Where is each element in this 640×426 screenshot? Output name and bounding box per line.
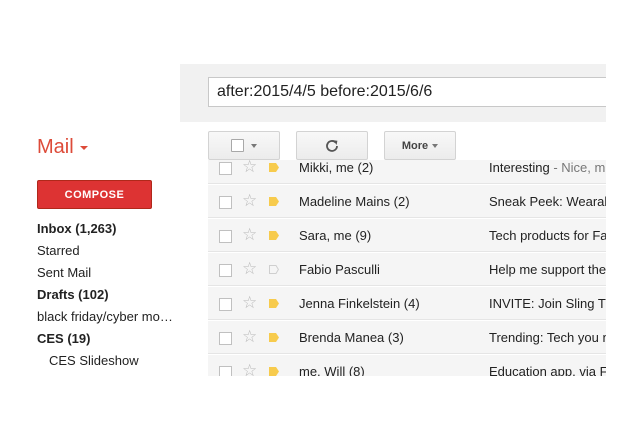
sidebar-nav: Inbox (1,263) Starred Sent Mail Drafts (… xyxy=(37,218,177,372)
message-snippet: - Nice, m xyxy=(549,160,606,175)
importance-marker-icon[interactable] xyxy=(269,265,279,274)
refresh-button[interactable] xyxy=(296,131,368,160)
message-subject: Interesting - Nice, m xyxy=(489,160,606,184)
more-label: More xyxy=(401,139,429,152)
message-row[interactable]: ☆ Brenda Manea (3) Trending: Tech you n xyxy=(208,321,606,354)
importance-marker-icon[interactable] xyxy=(269,163,279,172)
star-icon[interactable]: ☆ xyxy=(242,160,257,177)
message-list: ☆ Mikki, me (2) Interesting - Nice, m ☆ … xyxy=(208,160,606,376)
message-row[interactable]: ☆ Mikki, me (2) Interesting - Nice, m xyxy=(208,160,606,184)
message-subject: Trending: Tech you n xyxy=(489,330,606,345)
message-sender: Jenna Finkelstein (4) xyxy=(299,296,420,311)
sidebar-item-starred[interactable]: Starred xyxy=(37,240,177,262)
message-subject-text: Interesting xyxy=(489,160,550,175)
importance-marker-icon[interactable] xyxy=(269,231,279,240)
row-checkbox[interactable] xyxy=(219,230,232,243)
more-caret-icon xyxy=(432,143,439,148)
star-icon[interactable]: ☆ xyxy=(242,191,257,211)
mail-dropdown-caret-icon xyxy=(79,145,88,150)
more-button[interactable]: More xyxy=(384,131,456,160)
message-subject: Help me support the xyxy=(489,262,606,277)
star-icon[interactable]: ☆ xyxy=(242,259,257,279)
row-checkbox[interactable] xyxy=(219,332,232,345)
message-row[interactable]: ☆ Sara, me (9) Tech products for Fa xyxy=(208,219,606,252)
message-row[interactable]: ☆ Madeline Mains (2) Sneak Peek: Wearal xyxy=(208,185,606,218)
importance-marker-icon[interactable] xyxy=(269,367,279,376)
sidebar-item-black-friday[interactable]: black friday/cyber mo… xyxy=(37,306,177,328)
message-sender: Fabio Pasculli xyxy=(299,262,380,277)
compose-button[interactable]: COMPOSE xyxy=(37,180,152,209)
sidebar-item-inbox[interactable]: Inbox (1,263) xyxy=(37,218,177,240)
star-icon[interactable]: ☆ xyxy=(242,327,257,347)
sidebar-item-drafts[interactable]: Drafts (102) xyxy=(37,284,177,306)
sidebar-item-ces[interactable]: CES (19) xyxy=(37,328,177,350)
select-dropdown-button[interactable] xyxy=(208,131,280,160)
row-checkbox[interactable] xyxy=(219,162,232,175)
message-sender: Madeline Mains (2) xyxy=(299,194,410,209)
select-all-checkbox-icon xyxy=(231,139,244,152)
star-icon[interactable]: ☆ xyxy=(242,293,257,313)
row-checkbox[interactable] xyxy=(219,366,232,376)
sidebar-item-ces-slideshow[interactable]: CES Slideshow xyxy=(37,350,177,372)
row-checkbox[interactable] xyxy=(219,264,232,277)
message-sender: Sara, me (9) xyxy=(299,228,372,243)
message-subject: Tech products for Fa xyxy=(489,228,606,243)
select-caret-icon xyxy=(251,143,257,148)
message-subject: Sneak Peek: Wearal xyxy=(489,194,606,209)
importance-marker-icon[interactable] xyxy=(269,299,279,308)
importance-marker-icon[interactable] xyxy=(269,197,279,206)
row-checkbox[interactable] xyxy=(219,196,232,209)
message-sender: Brenda Manea (3) xyxy=(299,330,404,345)
mail-app-switcher[interactable]: Mail xyxy=(37,136,88,159)
message-sender: Mikki, me (2) xyxy=(299,160,374,175)
message-row[interactable]: ☆ me, Will (8) Education app, via F xyxy=(208,355,606,376)
importance-marker-icon[interactable] xyxy=(269,333,279,342)
message-subject: INVITE: Join Sling T xyxy=(489,296,606,311)
message-sender: me, Will (8) xyxy=(299,364,365,376)
message-row[interactable]: ☆ Fabio Pasculli Help me support the xyxy=(208,253,606,286)
message-row[interactable]: ☆ Jenna Finkelstein (4) INVITE: Join Sli… xyxy=(208,287,606,320)
star-icon[interactable]: ☆ xyxy=(242,361,257,376)
mail-label: Mail xyxy=(37,136,74,158)
message-subject: Education app, via F xyxy=(489,364,606,376)
row-checkbox[interactable] xyxy=(219,298,232,311)
search-input[interactable] xyxy=(208,77,606,107)
star-icon[interactable]: ☆ xyxy=(242,225,257,245)
sidebar-item-sent-mail[interactable]: Sent Mail xyxy=(37,262,177,284)
refresh-icon xyxy=(326,139,338,152)
